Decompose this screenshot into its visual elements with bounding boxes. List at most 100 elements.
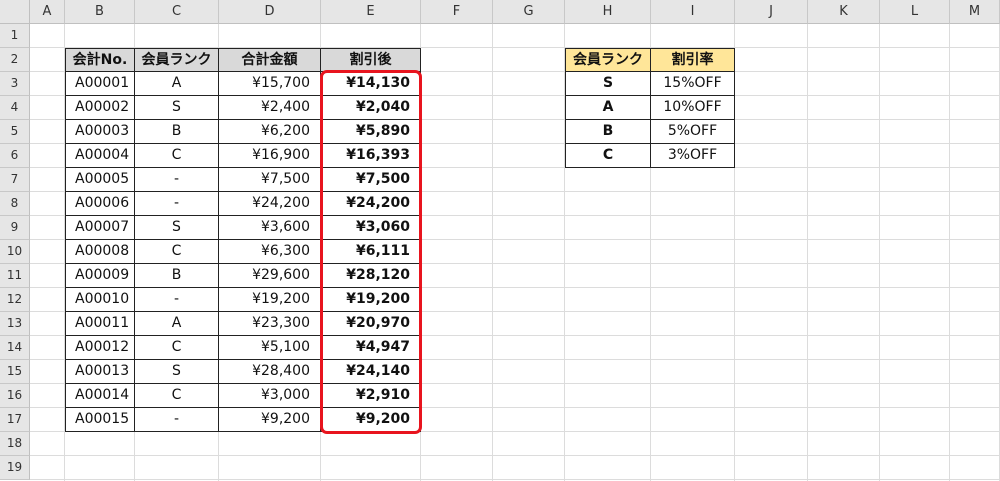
row-header-8[interactable]: 8: [0, 192, 30, 216]
main-table-cell-total-amount[interactable]: ¥29,600: [219, 264, 321, 288]
main-table-cell-invoice-no[interactable]: A00014: [65, 384, 135, 408]
rank-table-cell-member-rank[interactable]: S: [565, 72, 651, 96]
main-table-cell-discounted-amount[interactable]: ¥4,947: [321, 336, 421, 360]
main-table-cell-discounted-amount[interactable]: ¥14,130: [321, 72, 421, 96]
main-table-cell-invoice-no[interactable]: A00011: [65, 312, 135, 336]
row-header-6[interactable]: 6: [0, 144, 30, 168]
main-table-cell-member-rank[interactable]: B: [135, 120, 219, 144]
main-table-cell-member-rank[interactable]: -: [135, 408, 219, 432]
main-table-cell-discounted-amount[interactable]: ¥24,200: [321, 192, 421, 216]
rank-table-cell-discount-rate[interactable]: 5%OFF: [651, 120, 735, 144]
row-header-3[interactable]: 3: [0, 72, 30, 96]
main-table-cell-invoice-no[interactable]: A00012: [65, 336, 135, 360]
main-table-cell-discounted-amount[interactable]: ¥6,111: [321, 240, 421, 264]
main-table-cell-discounted-amount[interactable]: ¥19,200: [321, 288, 421, 312]
rank-table-cell-discount-rate[interactable]: 10%OFF: [651, 96, 735, 120]
row-header-4[interactable]: 4: [0, 96, 30, 120]
column-header-c[interactable]: C: [135, 0, 219, 24]
column-header-m[interactable]: M: [950, 0, 1000, 24]
column-header-h[interactable]: H: [565, 0, 651, 24]
column-header-b[interactable]: B: [65, 0, 135, 24]
main-table-cell-discounted-amount[interactable]: ¥16,393: [321, 144, 421, 168]
main-table-cell-discounted-amount[interactable]: ¥24,140: [321, 360, 421, 384]
row-header-7[interactable]: 7: [0, 168, 30, 192]
main-table-cell-invoice-no[interactable]: A00001: [65, 72, 135, 96]
main-table-cell-invoice-no[interactable]: A00004: [65, 144, 135, 168]
main-table-cell-total-amount[interactable]: ¥3,000: [219, 384, 321, 408]
main-table-cell-total-amount[interactable]: ¥2,400: [219, 96, 321, 120]
main-table-cell-member-rank[interactable]: S: [135, 216, 219, 240]
main-table-cell-total-amount[interactable]: ¥3,600: [219, 216, 321, 240]
main-table-cell-total-amount[interactable]: ¥6,200: [219, 120, 321, 144]
row-header-13[interactable]: 13: [0, 312, 30, 336]
main-table-cell-discounted-amount[interactable]: ¥20,970: [321, 312, 421, 336]
main-table-cell-total-amount[interactable]: ¥7,500: [219, 168, 321, 192]
row-header-1[interactable]: 1: [0, 24, 30, 48]
main-table-cell-member-rank[interactable]: -: [135, 192, 219, 216]
main-table-cell-invoice-no[interactable]: A00009: [65, 264, 135, 288]
main-table-cell-total-amount[interactable]: ¥6,300: [219, 240, 321, 264]
main-table-cell-total-amount[interactable]: ¥28,400: [219, 360, 321, 384]
row-header-5[interactable]: 5: [0, 120, 30, 144]
row-header-14[interactable]: 14: [0, 336, 30, 360]
row-header-17[interactable]: 17: [0, 408, 30, 432]
column-header-g[interactable]: G: [493, 0, 565, 24]
main-table-cell-total-amount[interactable]: ¥9,200: [219, 408, 321, 432]
main-table-cell-total-amount[interactable]: ¥5,100: [219, 336, 321, 360]
main-table-cell-total-amount[interactable]: ¥15,700: [219, 72, 321, 96]
main-table-cell-invoice-no[interactable]: A00007: [65, 216, 135, 240]
main-table-cell-member-rank[interactable]: C: [135, 336, 219, 360]
main-table-cell-total-amount[interactable]: ¥16,900: [219, 144, 321, 168]
main-table-cell-invoice-no[interactable]: A00008: [65, 240, 135, 264]
main-table-cell-invoice-no[interactable]: A00005: [65, 168, 135, 192]
main-table-cell-total-amount[interactable]: ¥23,300: [219, 312, 321, 336]
main-table-cell-discounted-amount[interactable]: ¥7,500: [321, 168, 421, 192]
rank-table-cell-member-rank[interactable]: B: [565, 120, 651, 144]
rank-table-cell-discount-rate[interactable]: 15%OFF: [651, 72, 735, 96]
row-header-16[interactable]: 16: [0, 384, 30, 408]
main-table-cell-invoice-no[interactable]: A00010: [65, 288, 135, 312]
column-header-j[interactable]: J: [735, 0, 808, 24]
main-table-cell-discounted-amount[interactable]: ¥2,910: [321, 384, 421, 408]
main-table-header-invoice-no[interactable]: 会計No.: [65, 48, 135, 72]
rank-table-header-discount-rate[interactable]: 割引率: [651, 48, 735, 72]
main-table-cell-discounted-amount[interactable]: ¥28,120: [321, 264, 421, 288]
row-header-18[interactable]: 18: [0, 432, 30, 456]
column-header-k[interactable]: K: [808, 0, 880, 24]
main-table-cell-member-rank[interactable]: S: [135, 96, 219, 120]
main-table-cell-discounted-amount[interactable]: ¥3,060: [321, 216, 421, 240]
main-table-cell-member-rank[interactable]: -: [135, 168, 219, 192]
main-table-cell-member-rank[interactable]: B: [135, 264, 219, 288]
spreadsheet-grid[interactable]: A B C D E F G H I J K L M 1 2 3 4 5 6 7 8 9 10 11 12 13 14 15 16 17 18…: [0, 0, 1000, 481]
main-table-cell-member-rank[interactable]: C: [135, 144, 219, 168]
column-header-e[interactable]: E: [321, 0, 421, 24]
column-header-l[interactable]: L: [880, 0, 950, 24]
column-header-a[interactable]: A: [30, 0, 65, 24]
main-table-cell-invoice-no[interactable]: A00006: [65, 192, 135, 216]
select-all-corner[interactable]: [0, 0, 30, 24]
main-table-cell-member-rank[interactable]: -: [135, 288, 219, 312]
main-table-cell-discounted-amount[interactable]: ¥2,040: [321, 96, 421, 120]
row-header-10[interactable]: 10: [0, 240, 30, 264]
main-table-cell-member-rank[interactable]: C: [135, 240, 219, 264]
main-table-cell-discounted-amount[interactable]: ¥5,890: [321, 120, 421, 144]
rank-table-cell-member-rank[interactable]: A: [565, 96, 651, 120]
main-table-header-total-amount[interactable]: 合計金額: [219, 48, 321, 72]
main-table-cell-member-rank[interactable]: C: [135, 384, 219, 408]
rank-table-cell-discount-rate[interactable]: 3%OFF: [651, 144, 735, 168]
main-table-cell-discounted-amount[interactable]: ¥9,200: [321, 408, 421, 432]
main-table-cell-member-rank[interactable]: A: [135, 72, 219, 96]
column-header-f[interactable]: F: [421, 0, 493, 24]
main-table-header-member-rank[interactable]: 会員ランク: [135, 48, 219, 72]
row-header-12[interactable]: 12: [0, 288, 30, 312]
main-table-cell-total-amount[interactable]: ¥19,200: [219, 288, 321, 312]
main-table-cell-invoice-no[interactable]: A00013: [65, 360, 135, 384]
column-header-d[interactable]: D: [219, 0, 321, 24]
row-header-15[interactable]: 15: [0, 360, 30, 384]
main-table-header-discounted-amount[interactable]: 割引後: [321, 48, 421, 72]
main-table-cell-member-rank[interactable]: A: [135, 312, 219, 336]
main-table-cell-total-amount[interactable]: ¥24,200: [219, 192, 321, 216]
row-header-9[interactable]: 9: [0, 216, 30, 240]
main-table-cell-invoice-no[interactable]: A00015: [65, 408, 135, 432]
column-header-i[interactable]: I: [651, 0, 735, 24]
